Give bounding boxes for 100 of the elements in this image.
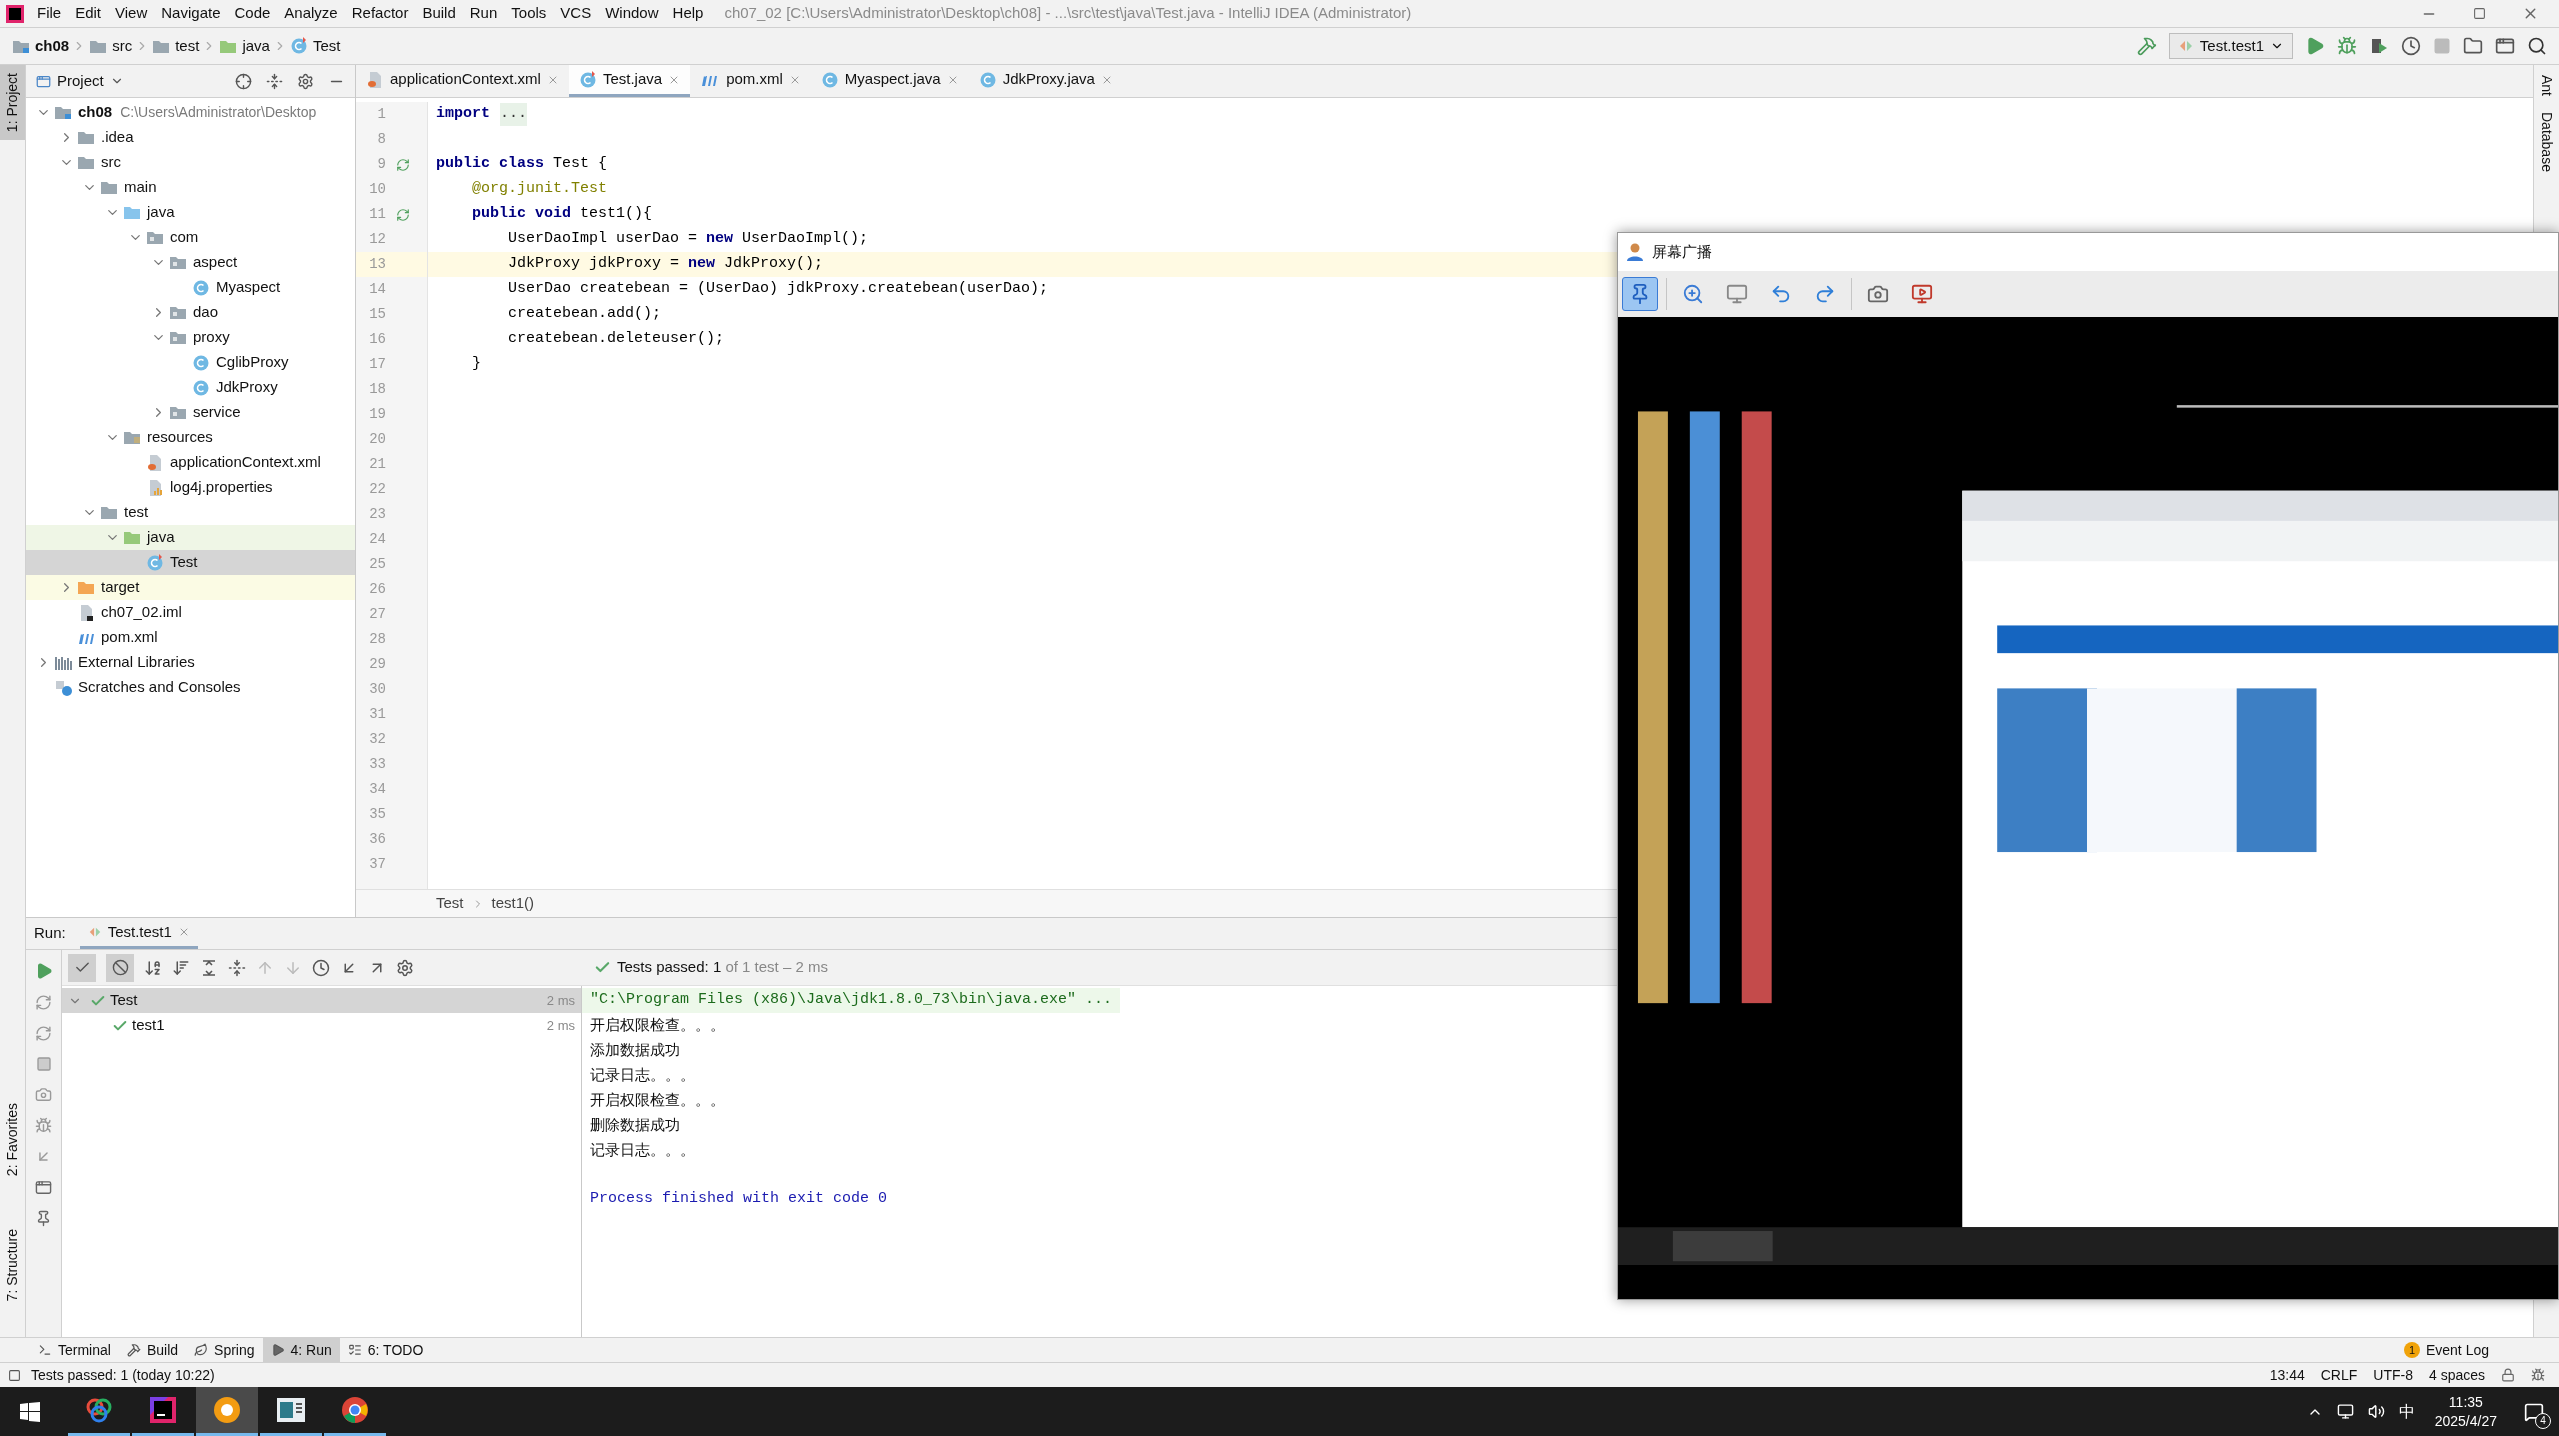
tree-item[interactable]: ch07_02.iml [26,600,355,625]
tree-item[interactable]: java [26,525,355,550]
menu-item[interactable]: Analyze [277,2,345,25]
collapse-all-icon[interactable] [266,72,283,90]
status-item[interactable]: 13:44 [2269,1364,2305,1386]
lock-icon[interactable] [2501,1368,2515,1382]
locate-icon[interactable] [235,72,252,90]
tree-item[interactable]: log4j.properties [26,475,355,500]
show-passed-toggle[interactable] [68,953,96,982]
tree-item[interactable]: com [26,225,355,250]
collapse-all-icon[interactable] [228,958,246,977]
tool-tab[interactable]: Spring [186,1338,263,1362]
tree-item[interactable]: main [26,175,355,200]
menu-item[interactable]: Tools [504,2,554,25]
tool-tab[interactable]: Build [118,1338,187,1362]
tree-item[interactable]: aspect [26,250,355,275]
tree-item[interactable]: test [26,500,355,525]
status-item[interactable]: CRLF [2320,1364,2358,1386]
tree-item[interactable]: .idea [26,125,355,150]
tree-item[interactable]: ch08 C:\Users\Administrator\Desktop [26,100,355,125]
breadcrumb-item[interactable]: Test [436,892,464,915]
volume-icon[interactable] [2367,1403,2385,1420]
editor-tab[interactable]: applicationContext.xml [356,65,569,97]
taskbar-app[interactable] [196,1387,258,1436]
run-icon[interactable] [2305,36,2325,56]
breadcrumb-item[interactable]: test1() [491,892,535,915]
window-icon[interactable] [2495,36,2515,56]
run-tab[interactable]: Test.test1 [79,918,198,949]
tree-item[interactable]: External Libraries [26,650,355,675]
run-test-icon[interactable] [396,207,410,222]
menu-item[interactable]: Build [415,2,463,25]
pin-icon[interactable] [35,1210,52,1227]
run-config-dropdown[interactable]: Test.test1 [2168,33,2293,59]
camera-icon[interactable] [35,1086,52,1103]
status-item[interactable]: UTF-8 [2373,1364,2413,1386]
editor-tab[interactable]: JdkProxy.java [968,65,1123,97]
menu-item[interactable]: Code [227,2,278,25]
debug-icon[interactable] [2337,36,2357,56]
run-test-icon[interactable] [396,157,410,172]
status-item[interactable]: 4 spaces [2428,1364,2485,1386]
tree-item[interactable]: JdkProxy [26,375,355,400]
toolbar-button[interactable] [1622,277,1658,311]
settings-icon[interactable] [297,72,314,90]
search-icon[interactable] [2527,36,2547,56]
menu-item[interactable]: Run [462,2,505,25]
tree-item[interactable]: pom.xml [26,625,355,650]
tree-item[interactable]: Myaspect [26,275,355,300]
tree-item[interactable]: applicationContext.xml [26,450,355,475]
menu-item[interactable]: Edit [68,2,109,25]
notification-button[interactable]: 4 [2517,1394,2551,1429]
breadcrumb-item[interactable]: java [242,34,270,58]
debug-icon[interactable] [35,1117,52,1134]
status-toggle-icon[interactable] [8,1368,21,1382]
tree-item[interactable]: proxy [26,325,355,350]
sort-duration-icon[interactable] [172,958,190,977]
tool-window-tab[interactable]: 2: Favorites [0,1097,25,1183]
menu-item[interactable]: Help [665,2,711,25]
tool-tab[interactable]: 4: Run [262,1338,340,1362]
tree-item[interactable]: service [26,400,355,425]
maximize-icon[interactable] [2473,7,2486,20]
event-log-button[interactable]: 1 Event Log [2403,1338,2489,1362]
breadcrumb-item[interactable]: ch08 [35,34,70,58]
tool-window-tab[interactable]: 1: Project [0,65,25,141]
tree-item[interactable]: Test [26,550,355,575]
menu-item[interactable]: File [30,2,69,25]
history-icon[interactable] [312,958,330,977]
tree-item[interactable]: target [26,575,355,600]
editor-tab[interactable]: Test.java [568,65,691,97]
build-icon[interactable] [2136,36,2157,56]
menu-item[interactable]: VCS [553,2,599,25]
clock[interactable]: 11:35 2025/4/27 [2428,1392,2503,1431]
tree-item[interactable]: Scratches and Consoles [26,675,355,700]
menu-item[interactable]: Navigate [154,2,228,25]
tree-item[interactable]: src [26,150,355,175]
tool-window-tab[interactable]: Ant [2536,75,2557,96]
editor-tab[interactable]: pom.xml [690,65,811,97]
network-icon[interactable] [2336,1403,2354,1420]
tree-item[interactable]: dao [26,300,355,325]
breadcrumb-item[interactable]: test [175,34,200,58]
menu-item[interactable]: View [108,2,155,25]
tree-item[interactable]: java [26,200,355,225]
test-row[interactable]: Test 2 ms [62,988,581,1013]
ime-indicator[interactable]: 中 [2398,1399,2415,1424]
tool-window-tab[interactable]: 7: Structure [0,1222,25,1307]
menu-item[interactable]: Refactor [344,2,416,25]
breadcrumb-item[interactable]: src [112,34,133,58]
editor-tab[interactable]: Myaspect.java [810,65,969,97]
layout-icon[interactable] [35,1179,52,1196]
test-row[interactable]: test1 2 ms [62,1013,581,1038]
tool-tab[interactable]: Terminal [30,1338,119,1362]
sort-alpha-icon[interactable] [144,958,162,977]
tree-item[interactable]: CglibProxy [26,350,355,375]
tool-tab[interactable]: 6: TODO [339,1338,432,1362]
settings-icon[interactable] [396,958,414,977]
menu-item[interactable]: Window [598,2,666,25]
expand-all-icon[interactable] [200,958,218,977]
show-ignored-toggle[interactable] [106,953,134,982]
panel-title[interactable]: Project [57,69,104,93]
tool-window-tab[interactable]: Database [2536,112,2557,172]
tree-item[interactable]: resources [26,425,355,450]
